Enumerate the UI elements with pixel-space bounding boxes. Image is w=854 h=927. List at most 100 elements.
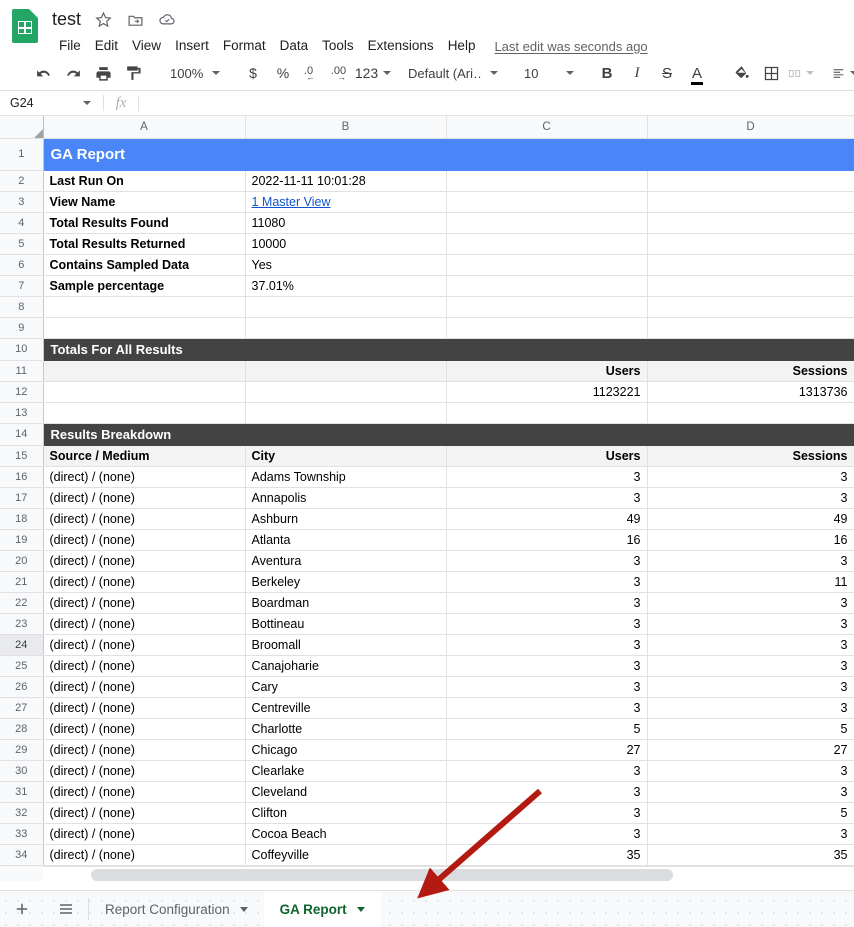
cell-b[interactable]: Canajoharie — [244, 654, 447, 677]
name-box[interactable]: G24 — [0, 90, 103, 116]
last-edit-status[interactable]: Last edit was seconds ago — [494, 39, 647, 54]
table-row[interactable]: 14 Results Breakdown — [0, 422, 854, 446]
cell-a[interactable]: (direct) / (none) — [42, 591, 246, 614]
cell-a[interactable]: (direct) / (none) — [42, 507, 246, 530]
row-header[interactable]: 15 — [0, 444, 44, 467]
column-header-b[interactable]: B — [244, 116, 447, 139]
cell-a[interactable]: Total Results Found — [42, 211, 246, 234]
table-row[interactable]: 22 (direct) / (none) Boardman 3 3 — [0, 591, 854, 614]
cell-d[interactable] — [646, 169, 854, 192]
drive-saved-cloud-icon[interactable] — [155, 7, 179, 31]
chevron-down-icon[interactable] — [356, 907, 365, 912]
table-row[interactable]: 28 (direct) / (none) Charlotte 5 5 — [0, 717, 854, 740]
cell-c[interactable] — [445, 169, 648, 192]
cell-d[interactable] — [646, 274, 854, 297]
menu-item-view[interactable]: View — [125, 35, 168, 57]
column-header-a[interactable]: A — [42, 116, 246, 139]
formula-input[interactable] — [139, 90, 854, 116]
more-formats-button[interactable]: 123 — [355, 60, 392, 86]
cell-a[interactable]: (direct) / (none) — [42, 486, 246, 509]
table-row[interactable]: 24 (direct) / (none) Broomall 3 3 — [0, 633, 854, 656]
cell-c[interactable] — [445, 253, 648, 276]
row-header[interactable]: 1 — [0, 137, 44, 171]
table-row[interactable]: 9 — [0, 316, 854, 339]
row-header[interactable]: 31 — [0, 780, 44, 803]
cell-d[interactable]: Sessions — [646, 359, 854, 382]
menu-item-data[interactable]: Data — [273, 35, 316, 57]
row-header[interactable]: 11 — [0, 359, 44, 382]
decrease-decimal-button[interactable]: .0 ← — [300, 60, 326, 86]
cell-b[interactable]: Centreville — [244, 696, 447, 719]
cell-b[interactable] — [244, 380, 447, 403]
row-header[interactable]: 7 — [0, 274, 44, 297]
cell-a[interactable]: (direct) / (none) — [42, 843, 246, 866]
cell-d[interactable]: 3 — [646, 612, 854, 635]
strikethrough-button[interactable]: S — [654, 60, 680, 86]
cell-b[interactable] — [244, 295, 447, 318]
column-header-c[interactable]: C — [445, 116, 648, 139]
borders-icon[interactable] — [758, 60, 784, 86]
cell-c[interactable]: 3 — [445, 486, 648, 509]
cell-a[interactable]: (direct) / (none) — [42, 675, 246, 698]
cell-b[interactable] — [244, 359, 447, 382]
cell-a[interactable] — [42, 401, 246, 424]
cell-c[interactable]: 3 — [445, 591, 648, 614]
section-title-cell[interactable]: Results Breakdown — [42, 422, 854, 446]
chevron-down-icon[interactable] — [239, 907, 248, 912]
cell-a[interactable]: (direct) / (none) — [42, 612, 246, 635]
table-row[interactable]: 6 Contains Sampled Data Yes — [0, 253, 854, 276]
cell-c[interactable] — [445, 211, 648, 234]
cell-a[interactable]: (direct) / (none) — [42, 801, 246, 824]
paint-format-icon[interactable] — [120, 60, 146, 86]
cell-c[interactable]: 16 — [445, 528, 648, 551]
cell-a[interactable] — [42, 380, 246, 403]
cell-c[interactable]: 35 — [445, 843, 648, 866]
table-row[interactable]: 12 1123221 1313736 — [0, 380, 854, 403]
cell-b[interactable]: Cleveland — [244, 780, 447, 803]
cell-d[interactable]: 3 — [646, 822, 854, 845]
row-header[interactable]: 30 — [0, 759, 44, 782]
cell-a[interactable] — [42, 295, 246, 318]
cell-a[interactable] — [42, 359, 246, 382]
cell-a[interactable]: (direct) / (none) — [42, 654, 246, 677]
cell-c[interactable]: 49 — [445, 507, 648, 530]
menu-item-insert[interactable]: Insert — [168, 35, 216, 57]
table-row[interactable]: 33 (direct) / (none) Cocoa Beach 3 3 — [0, 822, 854, 845]
cell-a[interactable]: (direct) / (none) — [42, 696, 246, 719]
spreadsheet-grid[interactable]: A B C D 1 GA Report 2 Last Run On 2022-11-11… — [0, 116, 854, 881]
row-header[interactable]: 18 — [0, 507, 44, 530]
cell-b[interactable]: Cary — [244, 675, 447, 698]
cell-b[interactable]: Aventura — [244, 549, 447, 572]
table-row[interactable]: 25 (direct) / (none) Canajoharie 3 3 — [0, 654, 854, 677]
cell-b[interactable]: City — [244, 444, 447, 467]
cell-d[interactable]: 49 — [646, 507, 854, 530]
cell-d[interactable]: 3 — [646, 549, 854, 572]
cell-a[interactable] — [42, 316, 246, 339]
row-header[interactable]: 16 — [0, 465, 44, 488]
cell-c[interactable]: 3 — [445, 780, 648, 803]
cell-d[interactable] — [646, 232, 854, 255]
table-row[interactable]: 21 (direct) / (none) Berkeley 3 11 — [0, 570, 854, 593]
bold-button[interactable]: B — [594, 60, 620, 86]
cell-d[interactable]: 3 — [646, 696, 854, 719]
row-header[interactable]: 28 — [0, 717, 44, 740]
cell-b[interactable] — [244, 401, 447, 424]
cell-c[interactable]: 3 — [445, 549, 648, 572]
cell-c[interactable]: 3 — [445, 612, 648, 635]
cell-c[interactable]: 1123221 — [445, 380, 648, 403]
table-row[interactable]: 11 Users Sessions — [0, 359, 854, 382]
cell-d[interactable]: 3 — [646, 465, 854, 488]
column-header-d[interactable]: D — [646, 116, 854, 139]
row-header[interactable]: 6 — [0, 253, 44, 276]
cell-b[interactable]: Atlanta — [244, 528, 447, 551]
cell-b[interactable] — [244, 316, 447, 339]
row-header[interactable]: 19 — [0, 528, 44, 551]
view-name-link[interactable]: 1 Master View — [252, 195, 331, 209]
cell-b[interactable]: Broomall — [244, 633, 447, 656]
table-row[interactable]: 10 Totals For All Results — [0, 337, 854, 361]
row-header[interactable]: 13 — [0, 401, 44, 424]
cell-a[interactable]: (direct) / (none) — [42, 633, 246, 656]
cell-b[interactable]: Charlotte — [244, 717, 447, 740]
cell-d[interactable] — [646, 316, 854, 339]
cell-b[interactable]: Yes — [244, 253, 447, 276]
